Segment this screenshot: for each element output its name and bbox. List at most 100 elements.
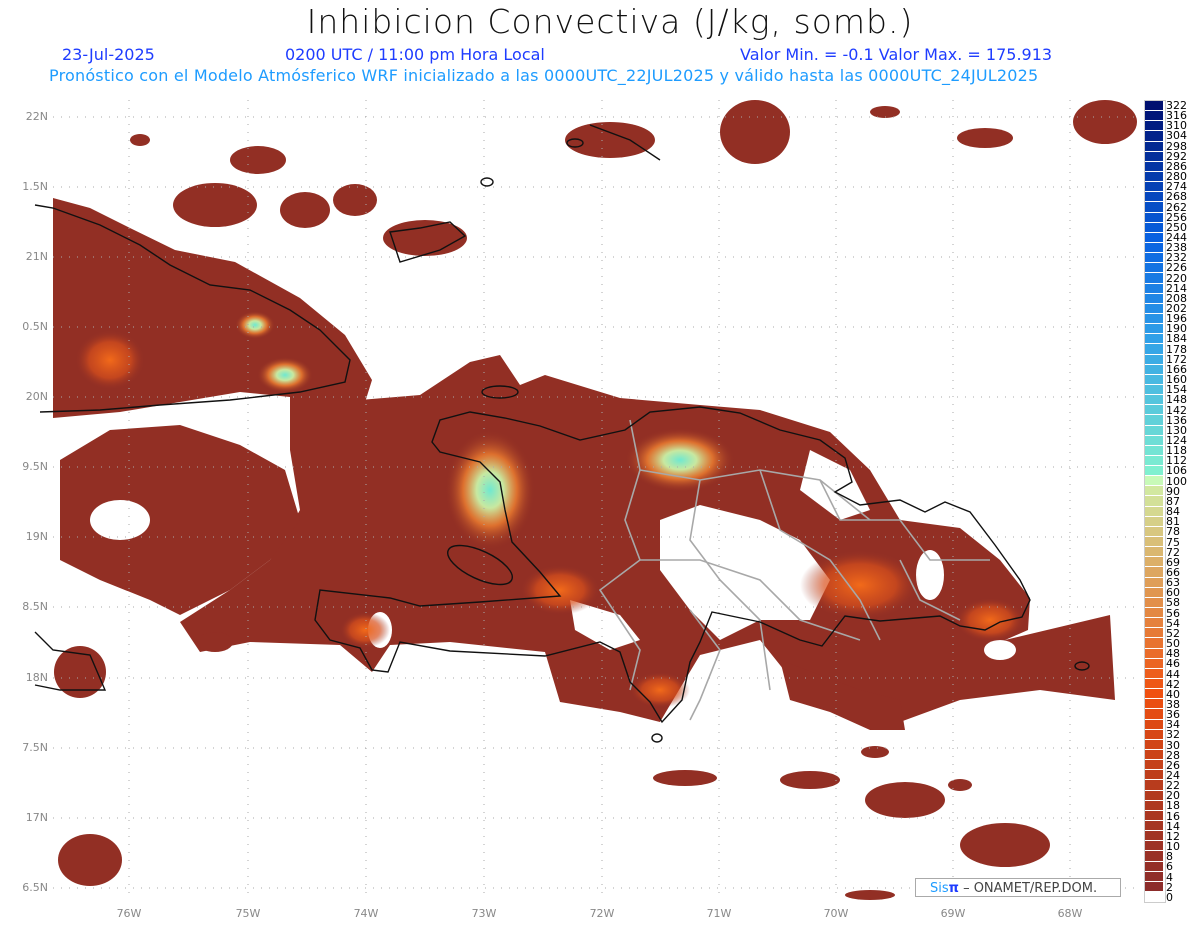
colorbar-swatch bbox=[1145, 354, 1163, 365]
colorbar-swatch bbox=[1145, 283, 1163, 294]
colorbar-label: 48 bbox=[1166, 647, 1180, 661]
lat-label: 6.5N bbox=[22, 881, 48, 894]
colorbar-label: 220 bbox=[1166, 271, 1187, 285]
colorbar-label: 42 bbox=[1166, 677, 1180, 691]
colorbar-swatch bbox=[1145, 719, 1163, 730]
colorbar-swatch bbox=[1145, 334, 1163, 345]
colorbar-swatch bbox=[1145, 750, 1163, 761]
colorbar bbox=[1144, 100, 1166, 904]
colorbar-label: 78 bbox=[1166, 525, 1180, 539]
colorbar-label: 304 bbox=[1166, 129, 1187, 143]
colorbar-label: 148 bbox=[1166, 393, 1187, 407]
colorbar-swatch bbox=[1145, 800, 1163, 811]
colorbar-swatch bbox=[1145, 141, 1163, 152]
colorbar-label: 166 bbox=[1166, 362, 1187, 376]
colorbar-swatch bbox=[1145, 324, 1163, 335]
colorbar-swatch bbox=[1145, 384, 1163, 396]
colorbar-label: 226 bbox=[1166, 261, 1187, 275]
colorbar-swatch bbox=[1145, 729, 1163, 740]
lon-label: 73W bbox=[471, 907, 497, 920]
colorbar-label: 202 bbox=[1166, 302, 1187, 316]
lat-label: 9.5N bbox=[22, 460, 48, 473]
colorbar-swatch bbox=[1145, 689, 1163, 700]
colorbar-label: 130 bbox=[1166, 423, 1187, 437]
lon-label: 74W bbox=[353, 907, 379, 920]
colorbar-label: 262 bbox=[1166, 200, 1187, 214]
colorbar-swatch bbox=[1145, 577, 1163, 588]
lat-label: 0.5N bbox=[22, 320, 48, 333]
colorbar-label: 46 bbox=[1166, 657, 1180, 671]
colorbar-label: 14 bbox=[1166, 819, 1180, 833]
credit-pi-logo: π bbox=[948, 881, 959, 896]
colorbar-label: 10 bbox=[1166, 840, 1180, 854]
colorbar-label: 40 bbox=[1166, 687, 1180, 701]
colorbar-swatch bbox=[1145, 486, 1163, 497]
colorbar-swatch bbox=[1145, 253, 1163, 264]
colorbar-label: 280 bbox=[1166, 170, 1187, 184]
colorbar-swatch bbox=[1145, 111, 1163, 122]
colorbar-swatch bbox=[1145, 810, 1163, 821]
colorbar-swatch bbox=[1145, 192, 1163, 203]
colorbar-swatch bbox=[1145, 780, 1163, 791]
colorbar-label: 172 bbox=[1166, 352, 1187, 366]
lat-label: 17N bbox=[25, 811, 48, 824]
colorbar-swatch bbox=[1145, 658, 1163, 669]
colorbar-label: 56 bbox=[1166, 606, 1180, 620]
colorbar-swatch bbox=[1145, 638, 1163, 649]
colorbar-label: 34 bbox=[1166, 718, 1180, 732]
lon-label: 70W bbox=[823, 907, 849, 920]
colorbar-label: 238 bbox=[1166, 241, 1187, 255]
colorbar-swatch bbox=[1145, 526, 1163, 538]
field-hispaniola bbox=[180, 355, 1115, 722]
colorbar-label: 30 bbox=[1166, 738, 1180, 752]
colorbar-swatch bbox=[1145, 202, 1163, 213]
colorbar-label: 136 bbox=[1166, 413, 1187, 427]
colorbar-label: 118 bbox=[1166, 444, 1187, 458]
colorbar-swatch bbox=[1145, 415, 1163, 426]
lon-label: 71W bbox=[706, 907, 732, 920]
lat-label: 8.5N bbox=[22, 600, 48, 613]
colorbar-label: 0 bbox=[1166, 890, 1173, 904]
colorbar-label: 24 bbox=[1166, 769, 1180, 783]
colorbar-swatch bbox=[1145, 131, 1163, 142]
lat-label: 20N bbox=[25, 390, 48, 403]
colorbar-swatch bbox=[1145, 547, 1163, 558]
lat-label: 21N bbox=[25, 250, 48, 263]
colorbar-label: 50 bbox=[1166, 637, 1180, 651]
colorbar-swatch bbox=[1145, 496, 1163, 507]
colorbar-swatch bbox=[1145, 699, 1163, 710]
colorbar-swatch bbox=[1145, 212, 1163, 223]
colorbar-swatch bbox=[1145, 537, 1163, 548]
lon-label: 76W bbox=[116, 907, 142, 920]
colorbar-label: 20 bbox=[1166, 789, 1180, 803]
colorbar-label: 60 bbox=[1166, 586, 1180, 600]
colorbar-label: 81 bbox=[1166, 515, 1180, 529]
colorbar-label: 36 bbox=[1166, 708, 1180, 722]
colorbar-label: 184 bbox=[1166, 332, 1187, 346]
colorbar-swatch bbox=[1145, 313, 1163, 325]
colorbar-swatch bbox=[1145, 273, 1163, 284]
colorbar-label: 196 bbox=[1166, 312, 1187, 326]
colorbar-swatch bbox=[1145, 171, 1163, 183]
colorbar-swatch bbox=[1145, 506, 1163, 517]
colorbar-swatch bbox=[1145, 628, 1163, 639]
colorbar-swatch bbox=[1145, 557, 1163, 568]
colorbar-swatch bbox=[1145, 820, 1163, 832]
colorbar-swatch bbox=[1145, 182, 1163, 193]
colorbar-swatch bbox=[1145, 344, 1163, 355]
colorbar-label: 12 bbox=[1166, 829, 1180, 843]
colorbar-label: 26 bbox=[1166, 758, 1180, 772]
colorbar-swatch bbox=[1145, 242, 1163, 254]
colorbar-label: 268 bbox=[1166, 190, 1187, 204]
colorbar-swatch bbox=[1145, 364, 1163, 375]
colorbar-swatch bbox=[1145, 151, 1163, 162]
credit-text: – ONAMET/REP.DOM. bbox=[958, 881, 1098, 896]
colorbar-swatch bbox=[1145, 455, 1163, 467]
colorbar-label: 52 bbox=[1166, 626, 1180, 640]
colorbar-swatch bbox=[1145, 101, 1163, 112]
colorbar-swatch bbox=[1145, 861, 1163, 872]
colorbar-label: 32 bbox=[1166, 728, 1180, 742]
colorbar-label: 250 bbox=[1166, 220, 1187, 234]
colorbar-label: 274 bbox=[1166, 180, 1187, 194]
colorbar-swatch bbox=[1145, 405, 1163, 416]
